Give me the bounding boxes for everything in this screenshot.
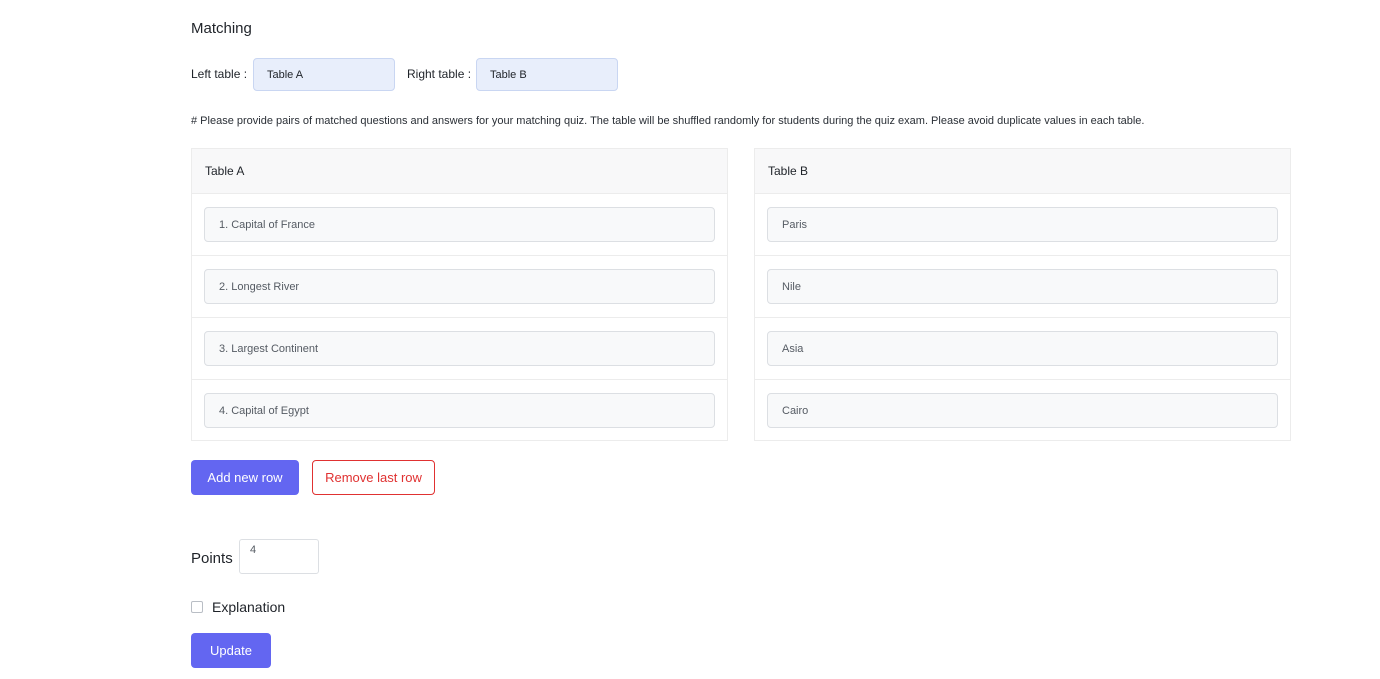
right-table-input[interactable] — [476, 58, 618, 91]
explanation-checkbox[interactable] — [191, 601, 203, 613]
table-b-row-4-input[interactable] — [767, 393, 1278, 428]
table-a-header: Table A — [192, 149, 727, 194]
table-a-row-3-input[interactable] — [204, 331, 715, 366]
help-text: # Please provide pairs of matched questi… — [191, 115, 1145, 127]
table-a-row-1-input[interactable] — [204, 207, 715, 242]
table-b-panel: Table B — [754, 148, 1291, 441]
left-table-label: Left table : — [191, 67, 248, 81]
explanation-label: Explanation — [212, 599, 286, 615]
points-input[interactable] — [239, 539, 319, 574]
points-label: Points — [191, 550, 233, 567]
left-table-input[interactable] — [253, 58, 395, 91]
table-b-row-2-input[interactable] — [767, 269, 1278, 304]
table-b-row-3-input[interactable] — [767, 331, 1278, 366]
table-row — [192, 194, 727, 256]
remove-row-button[interactable]: Remove last row — [312, 460, 435, 495]
table-row — [755, 380, 1290, 442]
table-a-row-2-input[interactable] — [204, 269, 715, 304]
table-a-row-4-input[interactable] — [204, 393, 715, 428]
update-button[interactable]: Update — [191, 633, 271, 668]
table-b-row-1-input[interactable] — [767, 207, 1278, 242]
right-table-label: Right table : — [407, 67, 472, 81]
table-row — [755, 256, 1290, 318]
table-b-header: Table B — [755, 149, 1290, 194]
table-row — [192, 256, 727, 318]
section-title: Matching — [191, 20, 252, 37]
table-row — [192, 318, 727, 380]
table-a-panel: Table A — [191, 148, 728, 441]
table-row — [755, 194, 1290, 256]
table-row — [755, 318, 1290, 380]
add-row-button[interactable]: Add new row — [191, 460, 299, 495]
table-row — [192, 380, 727, 442]
